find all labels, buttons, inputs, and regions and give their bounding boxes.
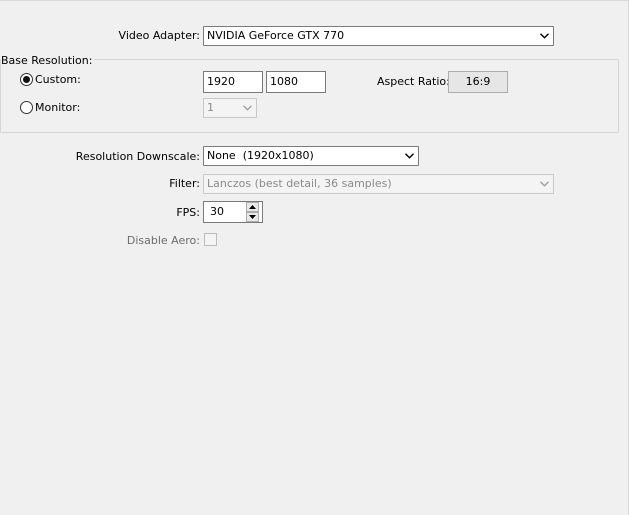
aspect-ratio-value: 16:9 — [448, 71, 508, 93]
fps-decrement-button[interactable] — [246, 212, 259, 222]
video-adapter-dropdown[interactable]: NVIDIA GeForce GTX 770 — [203, 26, 554, 46]
resolution-width-input[interactable]: 1920 — [203, 71, 263, 93]
monitor-radio[interactable] — [20, 101, 33, 114]
chevron-down-icon — [241, 99, 253, 117]
fps-value: 30 — [210, 205, 224, 218]
resolution-height-input[interactable]: 1080 — [266, 71, 326, 93]
chevron-down-icon — [538, 175, 550, 193]
resolution-downscale-label: Resolution Downscale: — [75, 150, 200, 163]
aspect-ratio-label: Aspect Ratio: — [377, 75, 450, 88]
resolution-downscale-dropdown[interactable]: None (1920x1080) — [203, 146, 419, 166]
arrow-up-icon — [249, 205, 256, 209]
filter-value: Lanczos (best detail, 36 samples) — [207, 177, 392, 190]
video-adapter-value: NVIDIA GeForce GTX 770 — [207, 29, 345, 42]
fps-spinner[interactable] — [246, 202, 259, 222]
filter-dropdown: Lanczos (best detail, 36 samples) — [203, 174, 554, 194]
fps-label: FPS: — [176, 206, 200, 219]
custom-radio[interactable] — [20, 73, 33, 86]
chevron-down-icon — [403, 147, 415, 165]
disable-aero-checkbox — [204, 233, 217, 246]
base-resolution-group-title: Base Resolution: — [1, 54, 95, 67]
fps-increment-button[interactable] — [246, 202, 259, 212]
disable-aero-label: Disable Aero: — [126, 234, 200, 247]
arrow-down-icon — [249, 215, 256, 219]
filter-label: Filter: — [169, 177, 200, 190]
monitor-value: 1 — [207, 101, 214, 114]
monitor-label[interactable]: Monitor: — [35, 101, 80, 115]
monitor-dropdown: 1 — [203, 98, 257, 118]
resolution-downscale-value: None (1920x1080) — [207, 149, 314, 162]
window-top-border — [0, 0, 629, 1]
radio-selected-dot — [23, 76, 30, 83]
video-adapter-label: Video Adapter: — [118, 29, 200, 42]
custom-label[interactable]: Custom: — [35, 73, 81, 87]
chevron-down-icon — [538, 27, 550, 45]
